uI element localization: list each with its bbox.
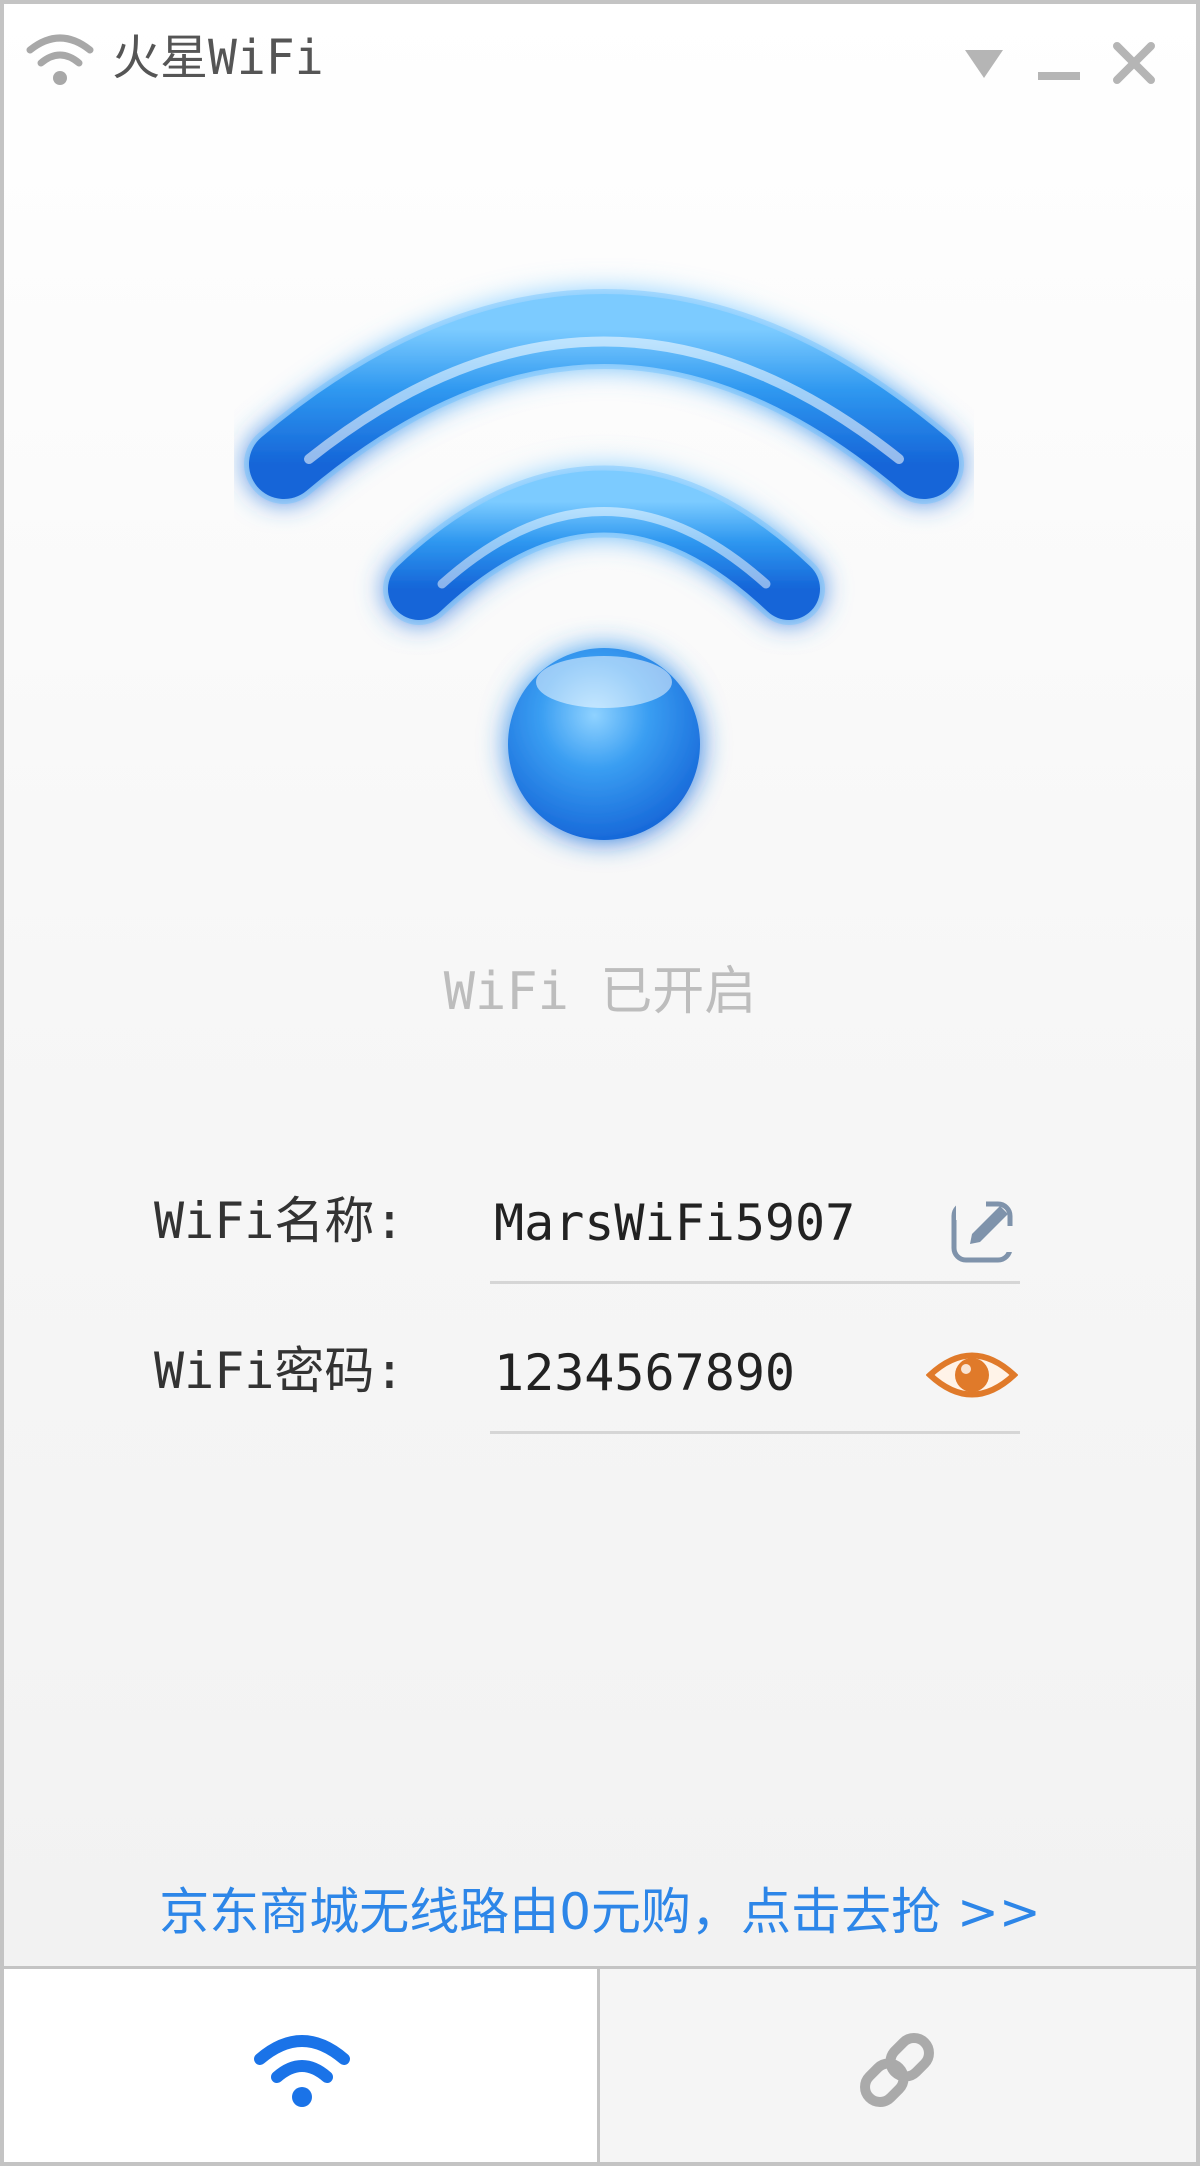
edit-icon[interactable] xyxy=(948,1196,1018,1266)
wifi-signal-icon xyxy=(244,289,964,840)
wifi-name-underline xyxy=(490,1281,1020,1284)
wifi-icon xyxy=(26,34,94,85)
wifi-name-field[interactable]: MarsWiFi5907 xyxy=(494,1188,914,1258)
tab-wifi[interactable] xyxy=(4,1969,600,2162)
bottom-tab-bar xyxy=(4,1966,1196,2162)
title-bar: 火星WiFi xyxy=(4,4,1196,120)
wifi-icon xyxy=(254,2035,350,2107)
wifi-password-underline xyxy=(490,1431,1020,1434)
minimize-icon[interactable] xyxy=(1034,38,1084,88)
wifi-password-label: WiFi密码: xyxy=(154,1342,405,1400)
promo-link[interactable]: 京东商城无线路由0元购，点击去抢 >> xyxy=(4,1876,1196,1948)
wifi-password-field[interactable]: 1234567890 xyxy=(494,1338,914,1408)
wifi-name-label: WiFi名称: xyxy=(154,1192,405,1250)
tab-link[interactable] xyxy=(600,1969,1196,2162)
link-icon xyxy=(860,2033,934,2107)
eye-icon[interactable] xyxy=(926,1344,1018,1406)
app-window: 火星WiFi WiFi 已开启 WiFi名称: MarsWiFi5907 WiF… xyxy=(0,0,1200,2166)
window-title: 火星WiFi xyxy=(112,30,324,86)
wifi-status-text: WiFi 已开启 xyxy=(443,962,757,1022)
chevron-down-icon[interactable] xyxy=(959,38,1009,88)
close-icon[interactable] xyxy=(1109,38,1159,88)
